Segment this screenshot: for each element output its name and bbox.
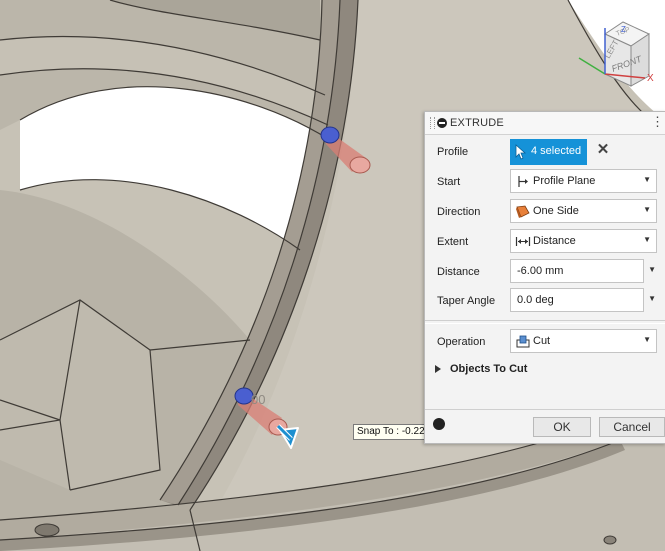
extent-select[interactable]: Distance ▼: [510, 229, 657, 253]
taper-value: 0.0 deg: [517, 294, 554, 306]
divider: [425, 320, 665, 324]
collapse-icon[interactable]: [437, 118, 447, 128]
extrude-dialog[interactable]: EXTRUDE ⋮ Profile 4 selected ✕ Start Pro…: [424, 111, 665, 444]
operation-select[interactable]: Cut ▼: [510, 329, 657, 353]
dialog-footer: OK Cancel: [425, 409, 665, 440]
taper-row: Taper Angle 0.0 deg ▼: [425, 288, 665, 314]
distance-icon: [515, 237, 531, 246]
start-select[interactable]: Profile Plane ▼: [510, 169, 657, 193]
direction-select[interactable]: One Side ▼: [510, 199, 657, 223]
taper-angle-input[interactable]: 0.0 deg ▼: [510, 288, 656, 312]
operation-label: Operation: [437, 336, 486, 348]
ok-button[interactable]: OK: [533, 417, 591, 437]
expand-triangle-icon[interactable]: [435, 365, 441, 373]
profile-selection-button[interactable]: 4 selected: [510, 139, 587, 165]
viewcube[interactable]: TOP LEFT FRONT X Z: [565, 14, 665, 104]
profile-plane-icon: [518, 176, 528, 187]
operation-row: Operation Cut ▼: [425, 329, 665, 355]
dialog-title: EXTRUDE: [450, 117, 504, 129]
distance-value: -6.00 mm: [517, 265, 564, 277]
operation-value: Cut: [533, 335, 551, 347]
direction-label: Direction: [437, 206, 481, 218]
dialog-titlebar[interactable]: EXTRUDE ⋮: [425, 112, 665, 135]
distance-row: Distance -6.00 mm ▼: [425, 259, 665, 285]
start-value: Profile Plane: [533, 175, 596, 187]
taper-label: Taper Angle: [437, 295, 496, 307]
distance-label: Distance: [437, 266, 480, 278]
chevron-down-icon: ▼: [643, 235, 651, 244]
start-row: Start Profile Plane ▼: [425, 169, 665, 195]
profile-label: Profile: [437, 146, 469, 158]
extent-row: Extent Distance ▼: [425, 229, 665, 255]
cut-icon: [516, 335, 530, 348]
chevron-down-icon: ▼: [643, 175, 651, 184]
profile-value: 4 selected: [531, 145, 582, 157]
extent-value: Distance: [533, 235, 576, 247]
help-icon[interactable]: [433, 418, 445, 430]
objects-to-cut-label: Objects To Cut: [450, 363, 528, 375]
clear-selection-icon[interactable]: ✕: [596, 142, 610, 158]
taper-dropdown-icon[interactable]: ▼: [648, 294, 656, 303]
start-label: Start: [437, 176, 461, 188]
dimension-label: 00: [251, 392, 266, 407]
kebab-menu-icon[interactable]: ⋮: [651, 114, 664, 130]
direction-row: Direction One Side ▼: [425, 199, 665, 225]
cancel-button[interactable]: Cancel: [599, 417, 665, 437]
distance-dropdown-icon[interactable]: ▼: [648, 265, 656, 274]
cursor-arrow-icon: [515, 144, 527, 160]
axis-z-label: Z: [621, 25, 626, 34]
chevron-down-icon: ▼: [643, 205, 651, 214]
direction-value: One Side: [533, 205, 579, 217]
extent-label: Extent: [437, 236, 469, 248]
chevron-down-icon: ▼: [643, 335, 651, 344]
drag-handle[interactable]: [430, 117, 435, 129]
axis-x-label: X: [647, 73, 654, 84]
profile-row: Profile 4 selected ✕: [425, 139, 665, 165]
one-side-icon: [516, 205, 530, 218]
distance-input[interactable]: -6.00 mm ▼: [510, 259, 656, 283]
